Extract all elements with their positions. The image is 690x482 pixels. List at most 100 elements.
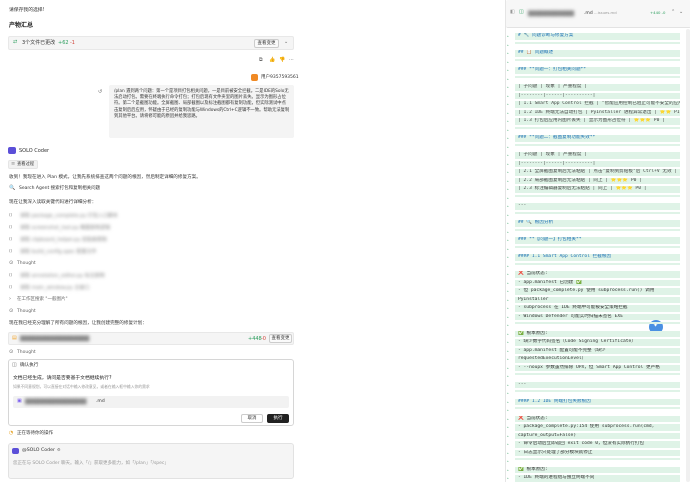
chevron-up-icon[interactable]: ⌃ <box>671 10 675 15</box>
code-line[interactable]: - 但 package_complete.py 使用 subprocess.ru… <box>515 288 680 295</box>
read-row-4[interactable]: 读取 build_config.spec 配置文件 <box>20 249 96 255</box>
code-line[interactable] <box>515 75 680 78</box>
settings-icon[interactable]: ⚙ <box>57 448 61 452</box>
gutter-marker: + <box>507 144 509 149</box>
code-line[interactable]: ## 🔍 根因分析 <box>515 220 680 227</box>
chevron-down-icon[interactable]: ⌄ <box>679 10 683 15</box>
code-line[interactable]: - 缺少数字代码签名（Code Signing Certificate） <box>515 339 680 346</box>
read-row-2[interactable]: 读取 screenshot_tool.py 截图复制逻辑 <box>20 225 110 231</box>
code-line[interactable]: | 1.2 IDE 终端无法自动打包 | PyInstaller 进程异常退出 … <box>515 109 680 117</box>
more-icon[interactable]: ⋯ <box>289 58 294 63</box>
code-line[interactable]: ### **【问题一】打包相关** <box>515 237 680 244</box>
thought-label-2[interactable]: Thought <box>17 309 36 314</box>
thumb-up-icon[interactable]: 👍 <box>269 58 275 63</box>
read-row-5[interactable]: 读取 annotation_editor.py 标注复制 <box>20 273 105 279</box>
scrollbar[interactable] <box>686 29 690 482</box>
code-line[interactable]: |--------|------|----------| <box>515 160 680 168</box>
code-line[interactable]: - 日志显示只处理了部分模块就停止 <box>515 449 680 457</box>
code-line[interactable]: # 🔧 问题诊断与修复方案 <box>515 33 680 40</box>
view-changes-button-2[interactable]: 查看变更 <box>269 334 292 343</box>
gutter-marker: + <box>507 93 509 98</box>
thumb-down-icon[interactable]: 👎 <box>279 58 285 63</box>
code-line[interactable]: |--------|------|----------| <box>515 92 680 100</box>
code-line[interactable]: --- <box>515 381 680 389</box>
code-line[interactable]: | 1.1 Smart App Control 拦截 | "智能应用控制已阻止可… <box>515 101 680 108</box>
code-line[interactable]: PyInstaller <box>515 296 680 304</box>
code-line[interactable]: ### **问题一：打包相关问题** <box>515 67 680 74</box>
thought-label[interactable]: Thought <box>17 261 36 266</box>
gutter-marker: + <box>507 459 509 463</box>
code-line[interactable]: requestedExecutionLevel） <box>515 356 680 363</box>
code-line[interactable] <box>515 407 680 409</box>
code-line[interactable]: - --noupx 参数虽然排除 UPX，但 Smart App Control… <box>515 364 680 372</box>
code-line[interactable]: - package_complete.py:154 使用 subprocess.… <box>515 424 680 431</box>
tab-title[interactable]: .md <box>584 11 593 16</box>
code-line[interactable] <box>515 211 680 214</box>
gutter-marker: + <box>507 263 509 268</box>
code-line[interactable]: - app.manifest 已创建 ✅ <box>515 279 680 287</box>
code-line[interactable]: | 2.3 标注编辑器复制后无法粘贴 | 同上 | ⭐⭐⭐ P0 | <box>515 186 680 193</box>
code-line[interactable]: | 1.3 打包后应用内图片丢失 | 显示为图形占位符 | ⭐⭐⭐ P0 | <box>515 118 680 125</box>
code-line[interactable]: - subprocess 在 IDE 终端中可能被安全策略拦截 <box>515 305 680 312</box>
gutter-marker: + <box>507 59 509 64</box>
chat-input-placeholder[interactable]: 您正在与 SOLO Coder 聊天。输入「/」获取更多能力，如「/plan」「… <box>13 461 169 466</box>
code-line[interactable] <box>515 390 680 392</box>
gutter-marker: + <box>507 314 509 319</box>
undo-icon[interactable]: ↺ <box>98 90 102 95</box>
code-line[interactable]: --- <box>515 203 680 210</box>
code-line[interactable]: capture_output=False) <box>515 432 680 440</box>
code-line[interactable]: ❌ 当前状态: <box>515 415 680 423</box>
code-line[interactable]: ### **问题二：截图复制功能失效** <box>515 135 680 142</box>
gutter-marker: + <box>507 331 509 336</box>
code-line[interactable] <box>515 58 680 61</box>
section-title: 产物汇总 <box>9 22 34 29</box>
read-row-3[interactable]: 读取 clipboard_helper.py 剪贴板帮助 <box>20 237 107 243</box>
code-line[interactable] <box>515 322 680 324</box>
gutter-marker: + <box>507 238 509 242</box>
code-line[interactable]: ❌ 当前状态: <box>515 271 680 278</box>
thought-label-3[interactable]: Thought <box>17 350 36 355</box>
code-line[interactable] <box>515 228 680 231</box>
code-line[interactable] <box>515 41 680 44</box>
code-line[interactable]: #### 1.1 Smart App Control 拦截根因 <box>515 254 680 261</box>
code-line[interactable]: ✅ 根本原因: <box>515 466 680 474</box>
code-line[interactable]: - Windows Defender 可能实时扫描未签名 EXE <box>515 313 680 321</box>
code-line[interactable] <box>515 143 680 146</box>
code-line[interactable] <box>515 458 680 460</box>
read-row-6[interactable]: 读取 main_window.py 主窗口 <box>20 285 89 291</box>
code-line[interactable]: ✅ 根本原因: <box>515 330 680 338</box>
plan-file-name: ██████████████████ <box>20 336 90 342</box>
read-row-1[interactable]: 读取 package_complete.py 打包入口脚本 <box>20 213 118 219</box>
cancel-button[interactable]: 取消 <box>241 414 263 423</box>
view-changes-button[interactable]: 查看变更 <box>254 39 279 48</box>
expand-more[interactable]: 在工作区搜索 "一般图片" <box>17 297 68 302</box>
code-line[interactable]: #### 1.2 IDE 终端打包失败根因 <box>515 398 680 406</box>
code-line[interactable]: - 命令启动后立即返回 exit code 0，但没有实际执行打包 <box>515 441 680 448</box>
search-agent-label[interactable]: Search Agent 搜索打包和复制相关问题 <box>19 186 100 191</box>
code-line[interactable] <box>515 126 680 129</box>
gutter-marker: + <box>507 297 509 302</box>
chat-panel: 请保存我的选择! 产物汇总 ⇄ 3个文件已更改 +62 -1 查看变更 ⌄ ⧉ … <box>0 0 300 482</box>
input-mention[interactable]: @SOLO Coder <box>22 448 55 454</box>
code-line[interactable]: - app.manifest 配置可能不完整（缺少 <box>515 347 680 355</box>
chevron-down-icon[interactable]: ⌄ <box>284 40 288 45</box>
gutter-marker: + <box>507 408 509 412</box>
execute-button[interactable]: 执行 <box>267 414 289 423</box>
code-line[interactable]: | 2.1 全屏截图复制后无法粘贴 | 点击"复制到剪贴板"后 Ctrl+V 无… <box>515 169 680 176</box>
code-line[interactable] <box>515 373 680 375</box>
code-line[interactable] <box>515 194 680 197</box>
copy-icon[interactable]: ⧉ <box>259 58 263 63</box>
code-line[interactable]: - IDE 终端的进程组与独立终端不同 <box>515 475 680 482</box>
code-line[interactable]: ## 📋 问题概述 <box>515 50 680 57</box>
code-line[interactable]: | 2.2 局部截图复制后无法粘贴 | 同上 | ⭐⭐⭐ P0 | <box>515 177 680 185</box>
gutter-marker: + <box>507 153 509 157</box>
code-line[interactable] <box>515 262 680 265</box>
tab-file-name: ████████████ <box>528 11 575 17</box>
code-line[interactable] <box>515 245 680 248</box>
chevron-right-icon[interactable]: › <box>9 297 11 302</box>
sidebar-toggle-icon[interactable]: ◧ <box>510 10 515 15</box>
confirm-title: 确认执行 <box>20 363 39 368</box>
gutter-marker: + <box>507 374 509 378</box>
code-line[interactable]: | 子问题 | 现象 | 严重程度 | <box>515 84 680 91</box>
code-line[interactable]: | 子问题 | 现象 | 严重程度 | <box>515 152 680 159</box>
